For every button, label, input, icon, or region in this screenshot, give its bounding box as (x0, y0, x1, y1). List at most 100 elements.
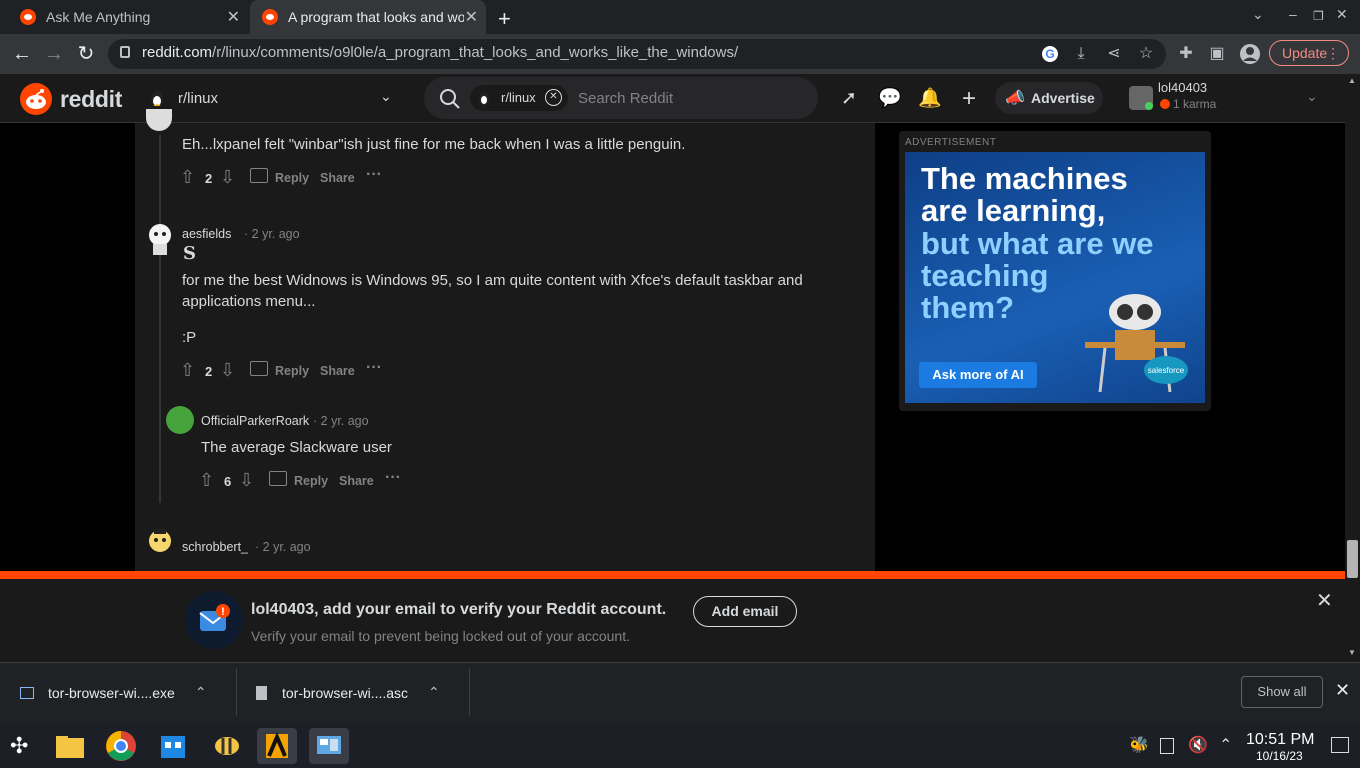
scroll-down-icon[interactable]: ▼ (1348, 648, 1356, 657)
back-icon[interactable]: ← (10, 42, 34, 66)
reply-button[interactable]: Reply (275, 171, 309, 185)
file-explorer-icon[interactable] (50, 728, 90, 764)
scroll-up-icon[interactable]: ▲ (1348, 76, 1356, 85)
thread-line[interactable] (159, 135, 161, 503)
chrome-icon[interactable] (101, 728, 141, 764)
bookmark-star-icon[interactable]: ☆ (1135, 43, 1157, 65)
google-icon[interactable]: G (1039, 43, 1061, 65)
close-icon[interactable]: ✕ (465, 7, 478, 27)
community-dropdown[interactable]: r/linux (178, 90, 218, 107)
scrollbar-thumb[interactable] (1347, 540, 1358, 578)
chat-icon[interactable]: 💬 (878, 88, 902, 110)
ad-headline: The machines are learning, (921, 163, 1128, 227)
upvote-icon[interactable]: ⇧ (180, 360, 195, 381)
share-button[interactable]: Share (320, 364, 355, 378)
tab-search-icon[interactable]: ⌄ (1252, 6, 1264, 23)
show-all-button[interactable]: Show all (1241, 676, 1323, 708)
advertise-button[interactable]: 📣 Advertise (995, 82, 1103, 114)
close-icon[interactable]: ✕ (1316, 588, 1333, 613)
chevron-up-icon[interactable]: ⌃ (428, 684, 440, 701)
forward-icon[interactable]: → (42, 42, 66, 66)
bee-app-icon[interactable] (207, 728, 247, 764)
url-path: /r/linux/comments/o9l0le/a_program_that_… (212, 44, 739, 61)
control-panel-icon[interactable] (309, 728, 349, 764)
comment-author[interactable]: aesfields (182, 227, 231, 241)
download-item[interactable]: tor-browser-wi....exe ⌃ (20, 662, 230, 723)
downvote-icon[interactable]: ⇩ (239, 470, 254, 491)
terminal-app-icon[interactable] (257, 728, 297, 764)
add-email-button[interactable]: Add email (693, 596, 797, 627)
ad-headline-accent: but what are we teaching them? (921, 228, 1154, 324)
window-close-icon[interactable]: ✕ (1336, 6, 1348, 23)
tab-ask-me-anything[interactable]: Ask Me Anything ✕ (8, 0, 248, 34)
side-panel-icon[interactable]: ▣ (1206, 43, 1228, 65)
reply-button[interactable]: Reply (294, 474, 328, 488)
reload-icon[interactable]: ↻ (74, 42, 98, 66)
user-flair: S (183, 243, 196, 264)
user-menu-chevron-icon[interactable]: ⌄ (1306, 88, 1318, 105)
reddit-logo-icon[interactable] (20, 83, 52, 115)
comment-time[interactable]: 2 yr. ago (263, 540, 311, 554)
more-options-icon[interactable]: ··· (385, 469, 401, 487)
start-menu-icon[interactable]: ✣ (10, 733, 28, 759)
reply-button[interactable]: Reply (275, 364, 309, 378)
clear-chip-icon[interactable]: ✕ (545, 89, 562, 106)
download-item[interactable]: tor-browser-wi....asc ⌃ (256, 662, 466, 723)
clock-time[interactable]: 10:51 PM (1246, 731, 1314, 749)
tab-a-program[interactable]: A program that looks and works like the … (250, 0, 486, 34)
comment-time[interactable]: 2 yr. ago (321, 414, 369, 428)
minimize-icon[interactable]: – (1289, 6, 1297, 22)
upvote-icon[interactable]: ⇧ (180, 167, 195, 188)
bee-tray-icon[interactable]: 🐝 (1129, 735, 1149, 755)
reddit-wordmark[interactable]: reddit (60, 86, 122, 113)
close-icon[interactable]: ✕ (227, 7, 240, 27)
user-name[interactable]: lol40403 (1158, 80, 1207, 95)
salesforce-cloud-icon: salesforce (1144, 356, 1188, 384)
search-input[interactable]: Search Reddit (578, 90, 673, 107)
search-icon (439, 88, 461, 110)
comment-author[interactable]: schrobbert_ (182, 540, 248, 554)
profile-icon[interactable] (1239, 43, 1261, 65)
subreddit-search-chip[interactable]: r/linux ✕ (470, 85, 568, 111)
close-downloads-icon[interactable]: ✕ (1335, 680, 1350, 701)
store-icon[interactable] (153, 728, 193, 764)
more-options-icon[interactable]: ··· (366, 166, 382, 184)
megaphone-icon: 📣 (1005, 90, 1025, 107)
popular-icon[interactable]: ➚ (838, 88, 860, 110)
bell-icon[interactable]: 🔔 (918, 88, 942, 110)
chevron-up-icon[interactable]: ⌃ (195, 684, 207, 701)
speaker-muted-icon[interactable]: 🔇 (1188, 735, 1208, 755)
comment-time[interactable]: 2 yr. ago (252, 227, 300, 241)
clipboard-icon[interactable] (1160, 738, 1174, 754)
lock-icon[interactable] (120, 46, 130, 58)
update-button[interactable]: Update ⋮ (1269, 40, 1349, 66)
more-icon: ⋮ (1326, 45, 1340, 61)
tray-overflow-icon[interactable]: ⌃ (1219, 735, 1232, 755)
avatar[interactable] (146, 222, 174, 256)
url-text[interactable]: reddit.com/r/linux/comments/o9l0le/a_pro… (142, 44, 738, 61)
extensions-icon[interactable]: ✚ (1175, 43, 1197, 65)
avatar[interactable] (146, 525, 174, 561)
downvote-icon[interactable]: ⇩ (220, 167, 235, 188)
more-options-icon[interactable]: ··· (366, 359, 382, 377)
upvote-icon[interactable]: ⇧ (199, 470, 214, 491)
install-app-icon[interactable]: ⤓ (1070, 43, 1092, 65)
create-post-icon[interactable]: + (958, 87, 980, 111)
comment-author[interactable]: OfficialParkerRoark (201, 414, 309, 428)
notifications-icon[interactable] (1331, 737, 1349, 753)
clock-date[interactable]: 10/16/23 (1256, 749, 1303, 763)
karma-icon (1160, 99, 1170, 109)
ad-cta-button[interactable]: Ask more of AI (919, 362, 1037, 388)
avatar[interactable] (166, 406, 194, 434)
share-icon[interactable]: ⋖ (1103, 43, 1125, 65)
new-tab-icon[interactable]: + (498, 6, 511, 32)
comment-body-line: for me the best Widnows is Windows 95, s… (182, 272, 803, 289)
share-button[interactable]: Share (320, 171, 355, 185)
chevron-down-icon[interactable]: ⌄ (380, 88, 392, 105)
svg-text:G: G (1045, 47, 1054, 61)
downvote-icon[interactable]: ⇩ (220, 360, 235, 381)
share-button[interactable]: Share (339, 474, 374, 488)
divider (469, 668, 470, 716)
maximize-icon[interactable]: ❐ (1313, 9, 1324, 23)
comments-panel (135, 123, 875, 571)
